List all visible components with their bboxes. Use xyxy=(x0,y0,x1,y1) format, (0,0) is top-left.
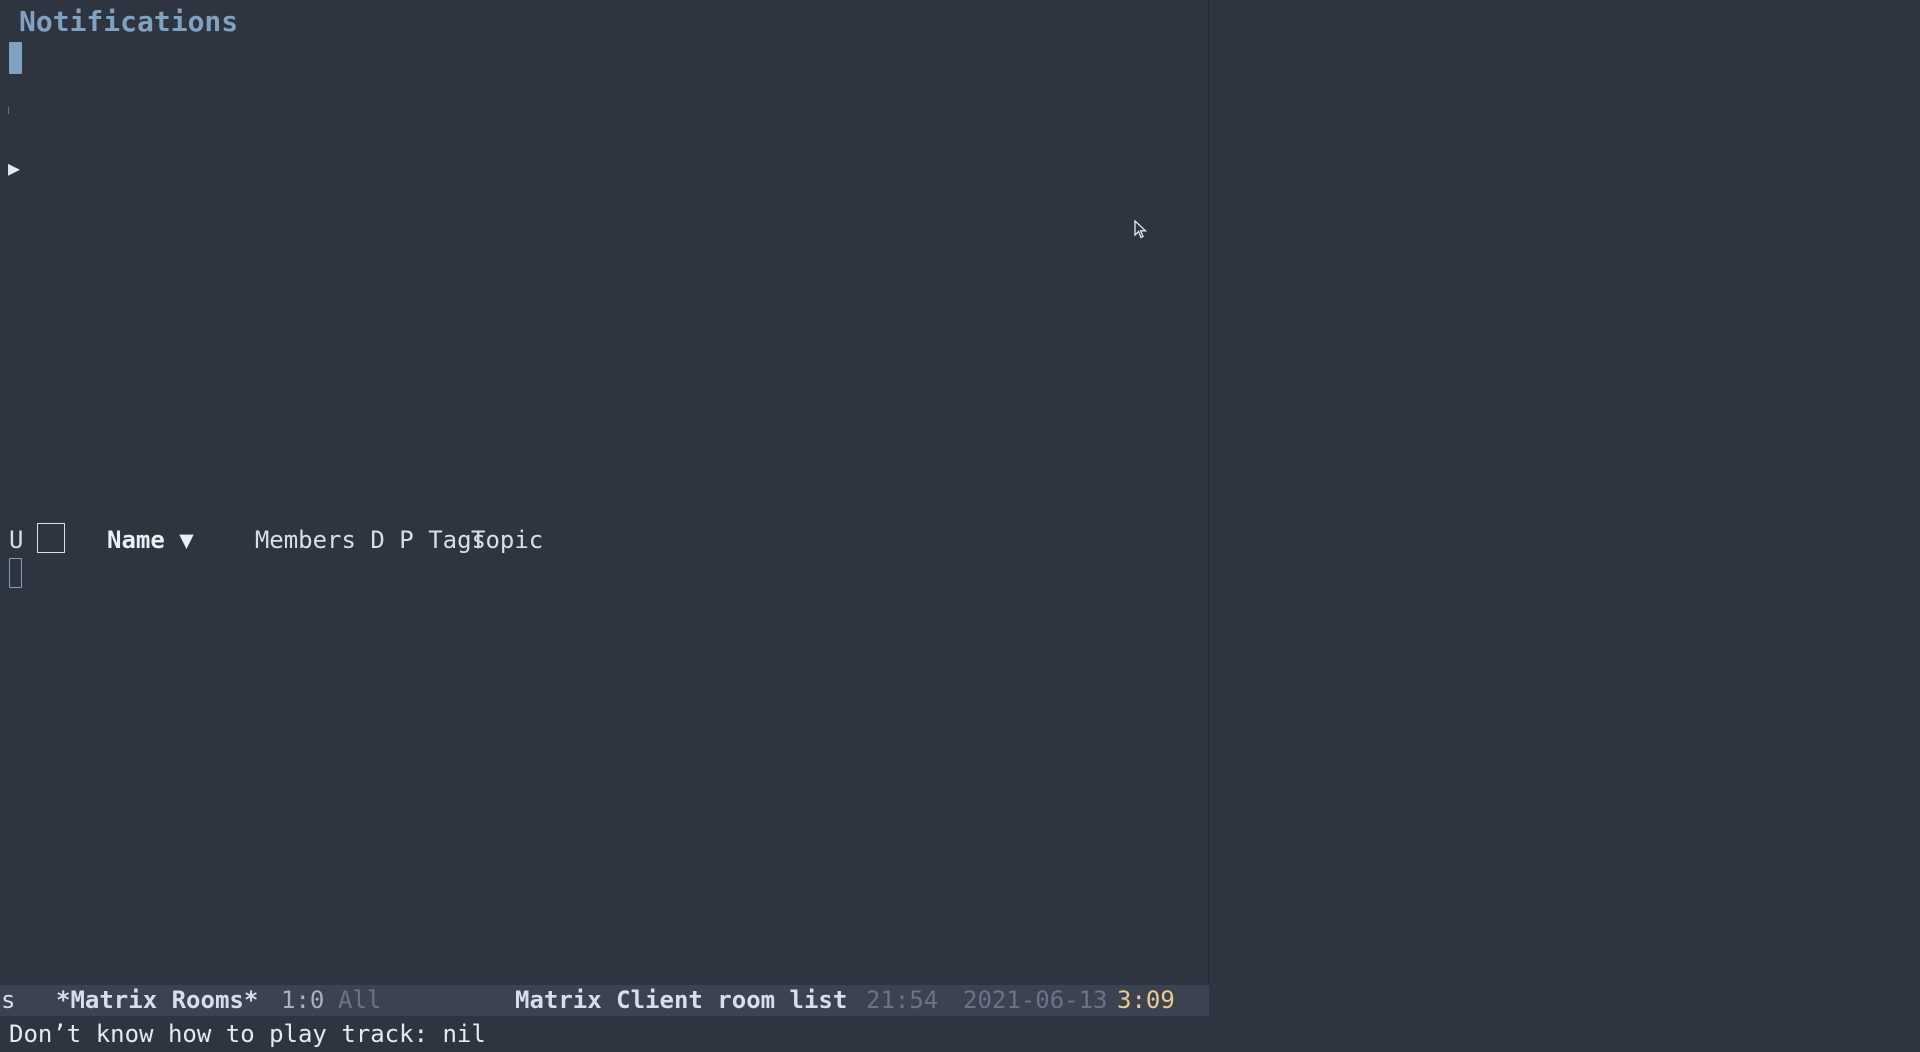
column-name-header[interactable]: Name ▼ xyxy=(107,524,194,556)
mode-line[interactable]: s *Matrix Rooms* 1:0 All Matrix Client r… xyxy=(0,985,1209,1016)
mouse-pointer-icon xyxy=(1134,219,1148,244)
play-triangle-icon[interactable]: ▶ xyxy=(8,156,20,180)
column-unread-header[interactable]: U xyxy=(9,524,23,556)
echo-area-message: Don’t know how to play track: nil xyxy=(9,1020,486,1048)
modeline-major-mode[interactable]: Matrix Client room list xyxy=(515,985,847,1016)
column-checkbox-header[interactable] xyxy=(37,523,65,553)
fringe-tick xyxy=(8,107,9,114)
modeline-buffer-name[interactable]: *Matrix Rooms* xyxy=(56,985,258,1016)
right-window[interactable] xyxy=(1210,0,1920,1016)
emacs-frame: Notifications ▶ U Name ▼ Topic Members D… xyxy=(0,0,1920,1052)
modeline-left-fragment: s xyxy=(1,986,16,1014)
modeline-time-a: 21:54 xyxy=(866,986,939,1014)
modeline-position: 1:0 xyxy=(281,986,325,1014)
modeline-time-b: 3:09 xyxy=(1117,986,1175,1014)
notifications-title: Notifications xyxy=(19,5,239,38)
modeline-date: 2021-06-13 xyxy=(963,986,1108,1014)
left-window[interactable]: Notifications ▶ U Name ▼ Topic Members D… xyxy=(0,0,1209,1016)
row-cursor xyxy=(9,558,22,588)
text-cursor xyxy=(9,42,22,74)
modeline-scroll: All xyxy=(338,986,382,1014)
column-members-d-p-tags-header[interactable]: Members D P Tags xyxy=(255,524,486,556)
